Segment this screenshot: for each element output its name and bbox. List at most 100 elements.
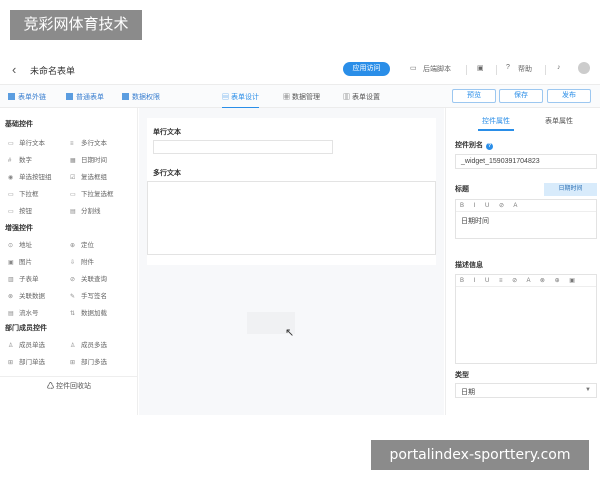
control-label: 流水号	[19, 310, 39, 317]
control-datetime[interactable]: ▦ 日期时间	[70, 154, 107, 164]
control-label: 数字	[19, 157, 32, 164]
control-image[interactable]: ▣ 图片	[8, 256, 32, 266]
backend-script-link[interactable]: 后端脚本	[423, 64, 451, 74]
dept-icon: ⊞	[8, 360, 14, 366]
pen-icon: ✎	[70, 294, 76, 300]
control-data-load[interactable]: ⇅ 数据加载	[70, 307, 107, 317]
control-dept-single[interactable]: ⊞ 部门单选	[8, 356, 45, 366]
alias-input[interactable]: _widget_1590391704823	[455, 154, 597, 169]
control-button[interactable]: ▭ 按钮	[8, 205, 32, 215]
title-chip[interactable]: 日期时间	[544, 183, 597, 196]
control-checkbox-group[interactable]: ☑ 复选框组	[70, 171, 107, 181]
control-single-line[interactable]: ▭ 单行文本	[8, 137, 45, 147]
control-radio-group[interactable]: ◉ 单选按钮组	[8, 171, 52, 181]
divider	[466, 65, 467, 75]
calendar-icon: ▦	[70, 158, 76, 164]
recycle-bin[interactable]: ♺ 控件回收站	[0, 376, 138, 396]
tab-form-properties[interactable]: 表单属性	[545, 116, 573, 126]
script-icon[interactable]: ▭	[410, 64, 417, 72]
tab-form-settings[interactable]: ▥ 表单设置	[343, 92, 380, 102]
control-serial-number[interactable]: ▤ 流水号	[8, 307, 39, 317]
divider	[496, 65, 497, 75]
form-external-link-tab[interactable]: 表单外链	[8, 92, 46, 102]
publish-button[interactable]: 发布	[547, 89, 591, 103]
tab-form-design[interactable]: ▤ 表单设计	[222, 92, 259, 109]
design-icon: ▤	[222, 94, 231, 101]
control-label: 定位	[81, 242, 94, 249]
alias-label-text: 控件别名	[455, 142, 483, 149]
type-label: 类型	[455, 372, 469, 379]
alias-value: _widget_1590391704823	[461, 158, 540, 165]
divider	[545, 65, 546, 75]
avatar[interactable]	[578, 62, 590, 74]
control-number[interactable]: # 数字	[8, 154, 32, 164]
control-label: 数据加载	[81, 310, 107, 317]
locate-icon: ⊕	[70, 243, 76, 249]
data-permission-tab[interactable]: 数据权限	[122, 92, 160, 102]
tab-data-management[interactable]: ▦ 数据管理	[283, 92, 320, 102]
control-subform[interactable]: ▥ 子表单	[8, 273, 39, 283]
control-divider[interactable]: ▤ 分割线	[70, 205, 101, 215]
normal-form-tab[interactable]: 普通表单	[66, 92, 104, 102]
save-button[interactable]: 保存	[499, 89, 543, 103]
control-label: 部门单选	[19, 359, 45, 366]
app-access-button[interactable]: 应用访问	[343, 62, 390, 76]
editor-toolbar[interactable]: B I U ≡ ⊘ A ⊗ ⊕ ▣	[456, 275, 596, 287]
image-icon: ▣	[8, 260, 14, 266]
control-related-data[interactable]: ⊗ 关联数据	[8, 290, 45, 300]
bell-icon[interactable]: ♪	[557, 64, 561, 71]
query-icon: ⊘	[70, 277, 76, 283]
control-member-single[interactable]: ♙ 成员单选	[8, 339, 45, 349]
control-attachment[interactable]: ⇩ 附件	[70, 256, 94, 266]
control-location[interactable]: ⊕ 定位	[70, 239, 94, 249]
title-editor[interactable]: B I U ⊘ A 日期时间	[455, 199, 597, 239]
tab-label: 表单设置	[351, 94, 380, 101]
control-dropdown-multi[interactable]: ▭ 下拉复选框	[70, 188, 114, 198]
preview-button[interactable]: 预览	[452, 89, 496, 103]
form-title[interactable]: 未命名表单	[30, 64, 75, 77]
tab-control-properties[interactable]: 控件属性	[478, 116, 514, 131]
type-select[interactable]: 日期 ▼	[455, 383, 597, 398]
control-label: 关联数据	[19, 293, 45, 300]
top-bar: ‹ 未命名表单 应用访问 ▭ 后端脚本 ▣ ? 帮助 ♪	[0, 58, 600, 84]
single-line-field[interactable]	[153, 140, 333, 154]
control-member-multi[interactable]: ♙ 成员多选	[70, 339, 107, 349]
control-label: 下拉框	[19, 191, 39, 198]
control-label: 日期时间	[81, 157, 107, 164]
users-icon: ♙	[70, 343, 76, 349]
help-icon[interactable]: ?	[506, 64, 510, 71]
control-palette: 基础控件 ▭ 单行文本 ≡ 多行文本 # 数字 ▦ 日期时间 ◉ 单选按钮组 ☑ 复选框组 …	[0, 108, 138, 415]
multi-line-field[interactable]	[147, 181, 436, 255]
help-link[interactable]: 帮助	[518, 64, 532, 74]
description-label: 描述信息	[455, 262, 483, 269]
permission-icon	[122, 93, 129, 100]
control-signature[interactable]: ✎ 手写签名	[70, 290, 107, 300]
control-address[interactable]: ⊙ 地址	[8, 239, 32, 249]
back-icon[interactable]: ‹	[12, 62, 16, 77]
control-label: 部门多选	[81, 359, 107, 366]
tab-label: 表单外链	[18, 94, 46, 101]
link-data-icon: ⊗	[8, 294, 14, 300]
control-related-query[interactable]: ⊘ 关联查询	[70, 273, 107, 283]
tab-label: 普通表单	[76, 94, 104, 101]
control-label: 成员单选	[19, 342, 45, 349]
control-multi-line[interactable]: ≡ 多行文本	[70, 137, 107, 147]
field-label: 多行文本	[153, 170, 181, 177]
form-canvas[interactable]: 单行文本 多行文本 ↖	[139, 108, 444, 415]
description-editor[interactable]: B I U ≡ ⊘ A ⊗ ⊕ ▣	[455, 274, 597, 364]
dropdown-multi-icon: ▭	[70, 192, 76, 198]
editor-toolbar[interactable]: B I U ⊘ A	[456, 200, 596, 212]
form-icon	[66, 93, 73, 100]
design-toolbar: 表单外链 普通表单 数据权限 ▤ 表单设计 ▦ 数据管理 ▥ 表单设置 预览 保…	[0, 84, 600, 109]
question-icon[interactable]: ?	[486, 143, 493, 150]
section-title-members: 部门成员控件	[5, 325, 47, 332]
title-label: 标题	[455, 186, 469, 193]
control-dropdown[interactable]: ▭ 下拉框	[8, 188, 39, 198]
load-icon: ⇅	[70, 311, 76, 317]
watermark-bottom: portalindex-sporttery.com	[371, 440, 589, 470]
image-icon[interactable]: ▣	[477, 64, 484, 72]
control-dept-multi[interactable]: ⊞ 部门多选	[70, 356, 107, 366]
control-label: 关联查询	[81, 276, 107, 283]
section-title-enhanced: 增强控件	[5, 225, 33, 232]
depts-icon: ⊞	[70, 360, 76, 366]
